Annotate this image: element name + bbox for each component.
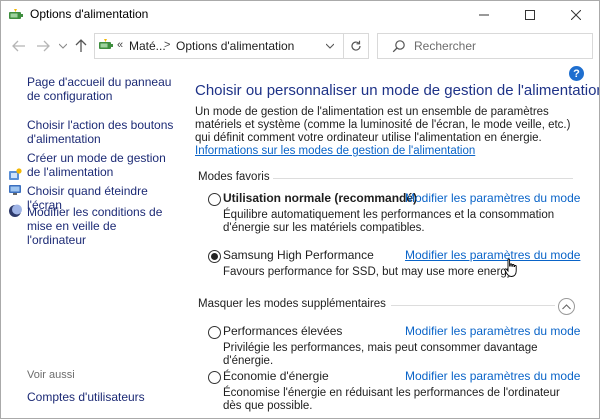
- intro-text: Un mode de gestion de l'alimentation est…: [195, 106, 571, 144]
- group-label-hidden-plans: Masquer les modes supplémentaires: [198, 298, 386, 310]
- forward-button[interactable]: [33, 36, 53, 56]
- chevron-down-icon: [326, 43, 334, 49]
- nav-link-user-accounts[interactable]: Comptes d'utilisateurs: [27, 390, 177, 404]
- breadcrumb-item-hardware[interactable]: Maté...: [129, 39, 166, 53]
- radio-selected-dot: [211, 253, 218, 260]
- nav-link-sleep-settings[interactable]: Modifier les conditions de mise en veill…: [27, 205, 177, 247]
- page-title: Choisir ou personnaliser un mode de gest…: [195, 82, 600, 99]
- navigation-bar: « Maté... > Options d'alimentation Reche…: [1, 31, 599, 61]
- search-icon: [392, 40, 405, 53]
- radio-plan-high-performance[interactable]: [208, 326, 221, 339]
- close-icon: [571, 10, 581, 20]
- breadcrumb-overflow[interactable]: «: [117, 39, 123, 51]
- radio-plan-power-saver[interactable]: [208, 371, 221, 384]
- address-bar[interactable]: « Maté... > Options d'alimentation: [94, 33, 344, 59]
- plan-desc-high-performance: Privilégie les performances, mais peut c…: [223, 342, 538, 367]
- see-also-label: Voir aussi: [27, 369, 75, 381]
- radio-plan-samsung[interactable]: [208, 250, 221, 263]
- display-icon: [9, 185, 21, 195]
- refresh-button[interactable]: [343, 33, 369, 59]
- minimize-button[interactable]: [461, 1, 507, 29]
- close-button[interactable]: [553, 1, 599, 29]
- power-options-icon: [99, 39, 113, 49]
- control-panel-window: Options d'alimentation « Maté... > Optio…: [0, 0, 600, 419]
- plan-desc-balanced: Équilibre automatiquement les performanc…: [223, 209, 555, 234]
- minimize-icon: [479, 14, 489, 16]
- collapse-hidden-plans-button[interactable]: [558, 298, 575, 315]
- recent-locations-button[interactable]: [53, 36, 73, 56]
- help-link-power-plans[interactable]: Informations sur les modes de gestion de…: [195, 145, 475, 157]
- window-title: Options d'alimentation: [30, 7, 149, 21]
- hand-cursor-icon: [504, 258, 517, 277]
- nav-link-create-plan[interactable]: Créer un mode de gestion de l'alimentati…: [27, 151, 177, 179]
- chevron-up-icon: [562, 303, 571, 309]
- change-plan-settings-link-samsung[interactable]: Modifier les paramètres du mode: [405, 248, 580, 262]
- plan-name-balanced[interactable]: Utilisation normale (recommandé): [223, 191, 417, 205]
- breadcrumb-separator-icon: >: [164, 39, 171, 51]
- plan-desc-power-saver: Économise l'énergie en réduisant les per…: [223, 387, 560, 412]
- plan-name-samsung[interactable]: Samsung High Performance: [223, 248, 374, 262]
- plan-desc-samsung: Favours performance for SSD, but may use…: [223, 266, 513, 278]
- group-label-favorites: Modes favoris: [198, 171, 270, 183]
- change-plan-settings-link-power-saver[interactable]: Modifier les paramètres du mode: [405, 369, 580, 383]
- power-options-icon: [9, 9, 23, 19]
- chevron-down-icon: [59, 43, 67, 49]
- plan-name-power-saver[interactable]: Économie d'énergie: [223, 369, 329, 383]
- maximize-button[interactable]: [507, 1, 553, 29]
- search-box[interactable]: Rechercher: [377, 33, 593, 59]
- plan-name-high-performance[interactable]: Performances élevées: [223, 324, 342, 338]
- radio-plan-balanced[interactable]: [208, 193, 221, 206]
- help-button[interactable]: ?: [569, 66, 584, 81]
- group-divider: [273, 178, 573, 179]
- nav-link-control-panel-home[interactable]: Page d'accueil du panneau de configurati…: [27, 75, 177, 103]
- change-plan-settings-link-balanced[interactable]: Modifier les paramètres du mode: [405, 191, 580, 205]
- address-history-button[interactable]: [319, 36, 341, 56]
- main-content: ? Choisir ou personnaliser un mode de ge…: [191, 63, 599, 418]
- intro-paragraph: Un mode de gestion de l'alimentation est…: [195, 106, 573, 158]
- search-input[interactable]: Rechercher: [414, 39, 476, 53]
- arrow-up-icon: [75, 39, 87, 52]
- nav-link-power-buttons[interactable]: Choisir l'action des boutons d'alimentat…: [27, 118, 177, 146]
- change-plan-settings-link-high-performance[interactable]: Modifier les paramètres du mode: [405, 324, 580, 338]
- title-bar: Options d'alimentation: [1, 1, 599, 29]
- arrow-right-icon: [37, 40, 50, 52]
- group-divider: [391, 305, 555, 306]
- back-button[interactable]: [9, 36, 29, 56]
- maximize-icon: [525, 10, 535, 20]
- refresh-icon: [351, 40, 361, 51]
- breadcrumb-item-power-options[interactable]: Options d'alimentation: [176, 39, 294, 53]
- battery-plan-icon: [9, 168, 22, 180]
- moon-sleep-icon: [9, 204, 22, 217]
- up-button[interactable]: [71, 36, 91, 56]
- arrow-left-icon: [12, 40, 25, 52]
- left-nav-pane: Page d'accueil du panneau de configurati…: [1, 63, 191, 418]
